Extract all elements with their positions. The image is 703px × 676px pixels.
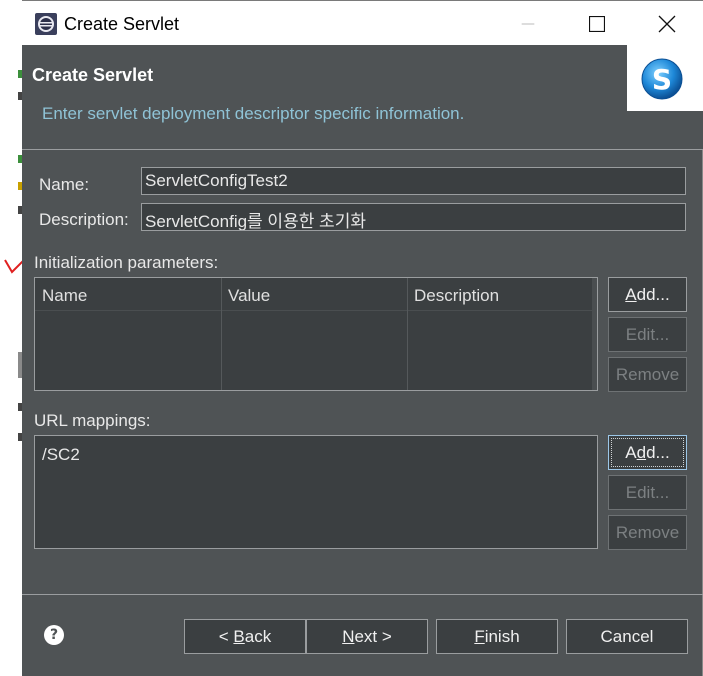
description-field[interactable]: ServletConfig를 이용한 초기화 xyxy=(141,203,686,231)
table-header: Name Value Description xyxy=(35,278,596,311)
list-item[interactable]: /SC2 xyxy=(42,445,80,465)
footer-separator xyxy=(22,594,703,595)
maximize-icon xyxy=(589,15,605,32)
help-icon[interactable]: ? xyxy=(44,625,64,645)
url-mappings-remove-button[interactable]: Remove xyxy=(608,515,687,550)
init-params-table[interactable]: Name Value Description xyxy=(34,277,598,391)
column-header-value[interactable]: Value xyxy=(221,278,407,310)
title-bar: Create Servlet — xyxy=(22,0,703,45)
column-header-name[interactable]: Name xyxy=(35,278,221,310)
url-mappings-edit-button[interactable]: Edit... xyxy=(608,475,687,510)
name-label: Name: xyxy=(39,175,90,194)
dialog-header: Create Servlet Enter servlet deployment … xyxy=(22,45,703,149)
wizard-banner: S xyxy=(627,45,703,111)
back-button[interactable]: < Back xyxy=(184,619,306,654)
url-mappings-list[interactable]: /SC2 xyxy=(34,435,598,549)
eclipse-app-icon xyxy=(35,13,57,35)
init-params-remove-button[interactable]: Remove xyxy=(608,357,687,392)
table-scrollbar[interactable] xyxy=(592,278,597,390)
next-button[interactable]: Next > xyxy=(306,619,428,654)
url-mappings-add-button[interactable]: Add... xyxy=(608,435,687,470)
window-title: Create Servlet xyxy=(64,14,180,34)
background-editor-strip xyxy=(0,0,22,676)
column-divider xyxy=(407,278,408,390)
minimize-icon: — xyxy=(521,15,535,32)
servlet-logo-icon: S xyxy=(641,58,683,100)
page-title: Create Servlet xyxy=(32,65,154,85)
url-mappings-label: URL mappings: xyxy=(34,411,151,430)
maximize-button[interactable] xyxy=(574,1,620,46)
close-button[interactable] xyxy=(644,1,690,46)
minimize-button[interactable]: — xyxy=(505,1,551,46)
svg-text:S: S xyxy=(652,63,672,96)
header-separator xyxy=(22,149,703,150)
add-button-label: d... xyxy=(646,442,670,462)
description-label: Description: xyxy=(39,210,129,229)
init-params-add-button[interactable]: Add... xyxy=(608,277,687,312)
column-header-description[interactable]: Description xyxy=(407,278,593,310)
finish-button[interactable]: Finish xyxy=(436,619,558,654)
column-divider xyxy=(221,278,222,390)
init-params-edit-button[interactable]: Edit... xyxy=(608,317,687,352)
add-button-label: dd... xyxy=(636,284,670,304)
create-servlet-dialog: Create Servlet — Create Servlet Enter se… xyxy=(22,0,703,676)
name-field[interactable]: ServletConfigTest2 xyxy=(141,167,686,195)
cancel-button[interactable]: Cancel xyxy=(566,619,688,654)
page-description: Enter servlet deployment descriptor spec… xyxy=(42,104,465,123)
init-params-label: Initialization parameters: xyxy=(34,253,219,272)
close-icon xyxy=(658,15,676,32)
